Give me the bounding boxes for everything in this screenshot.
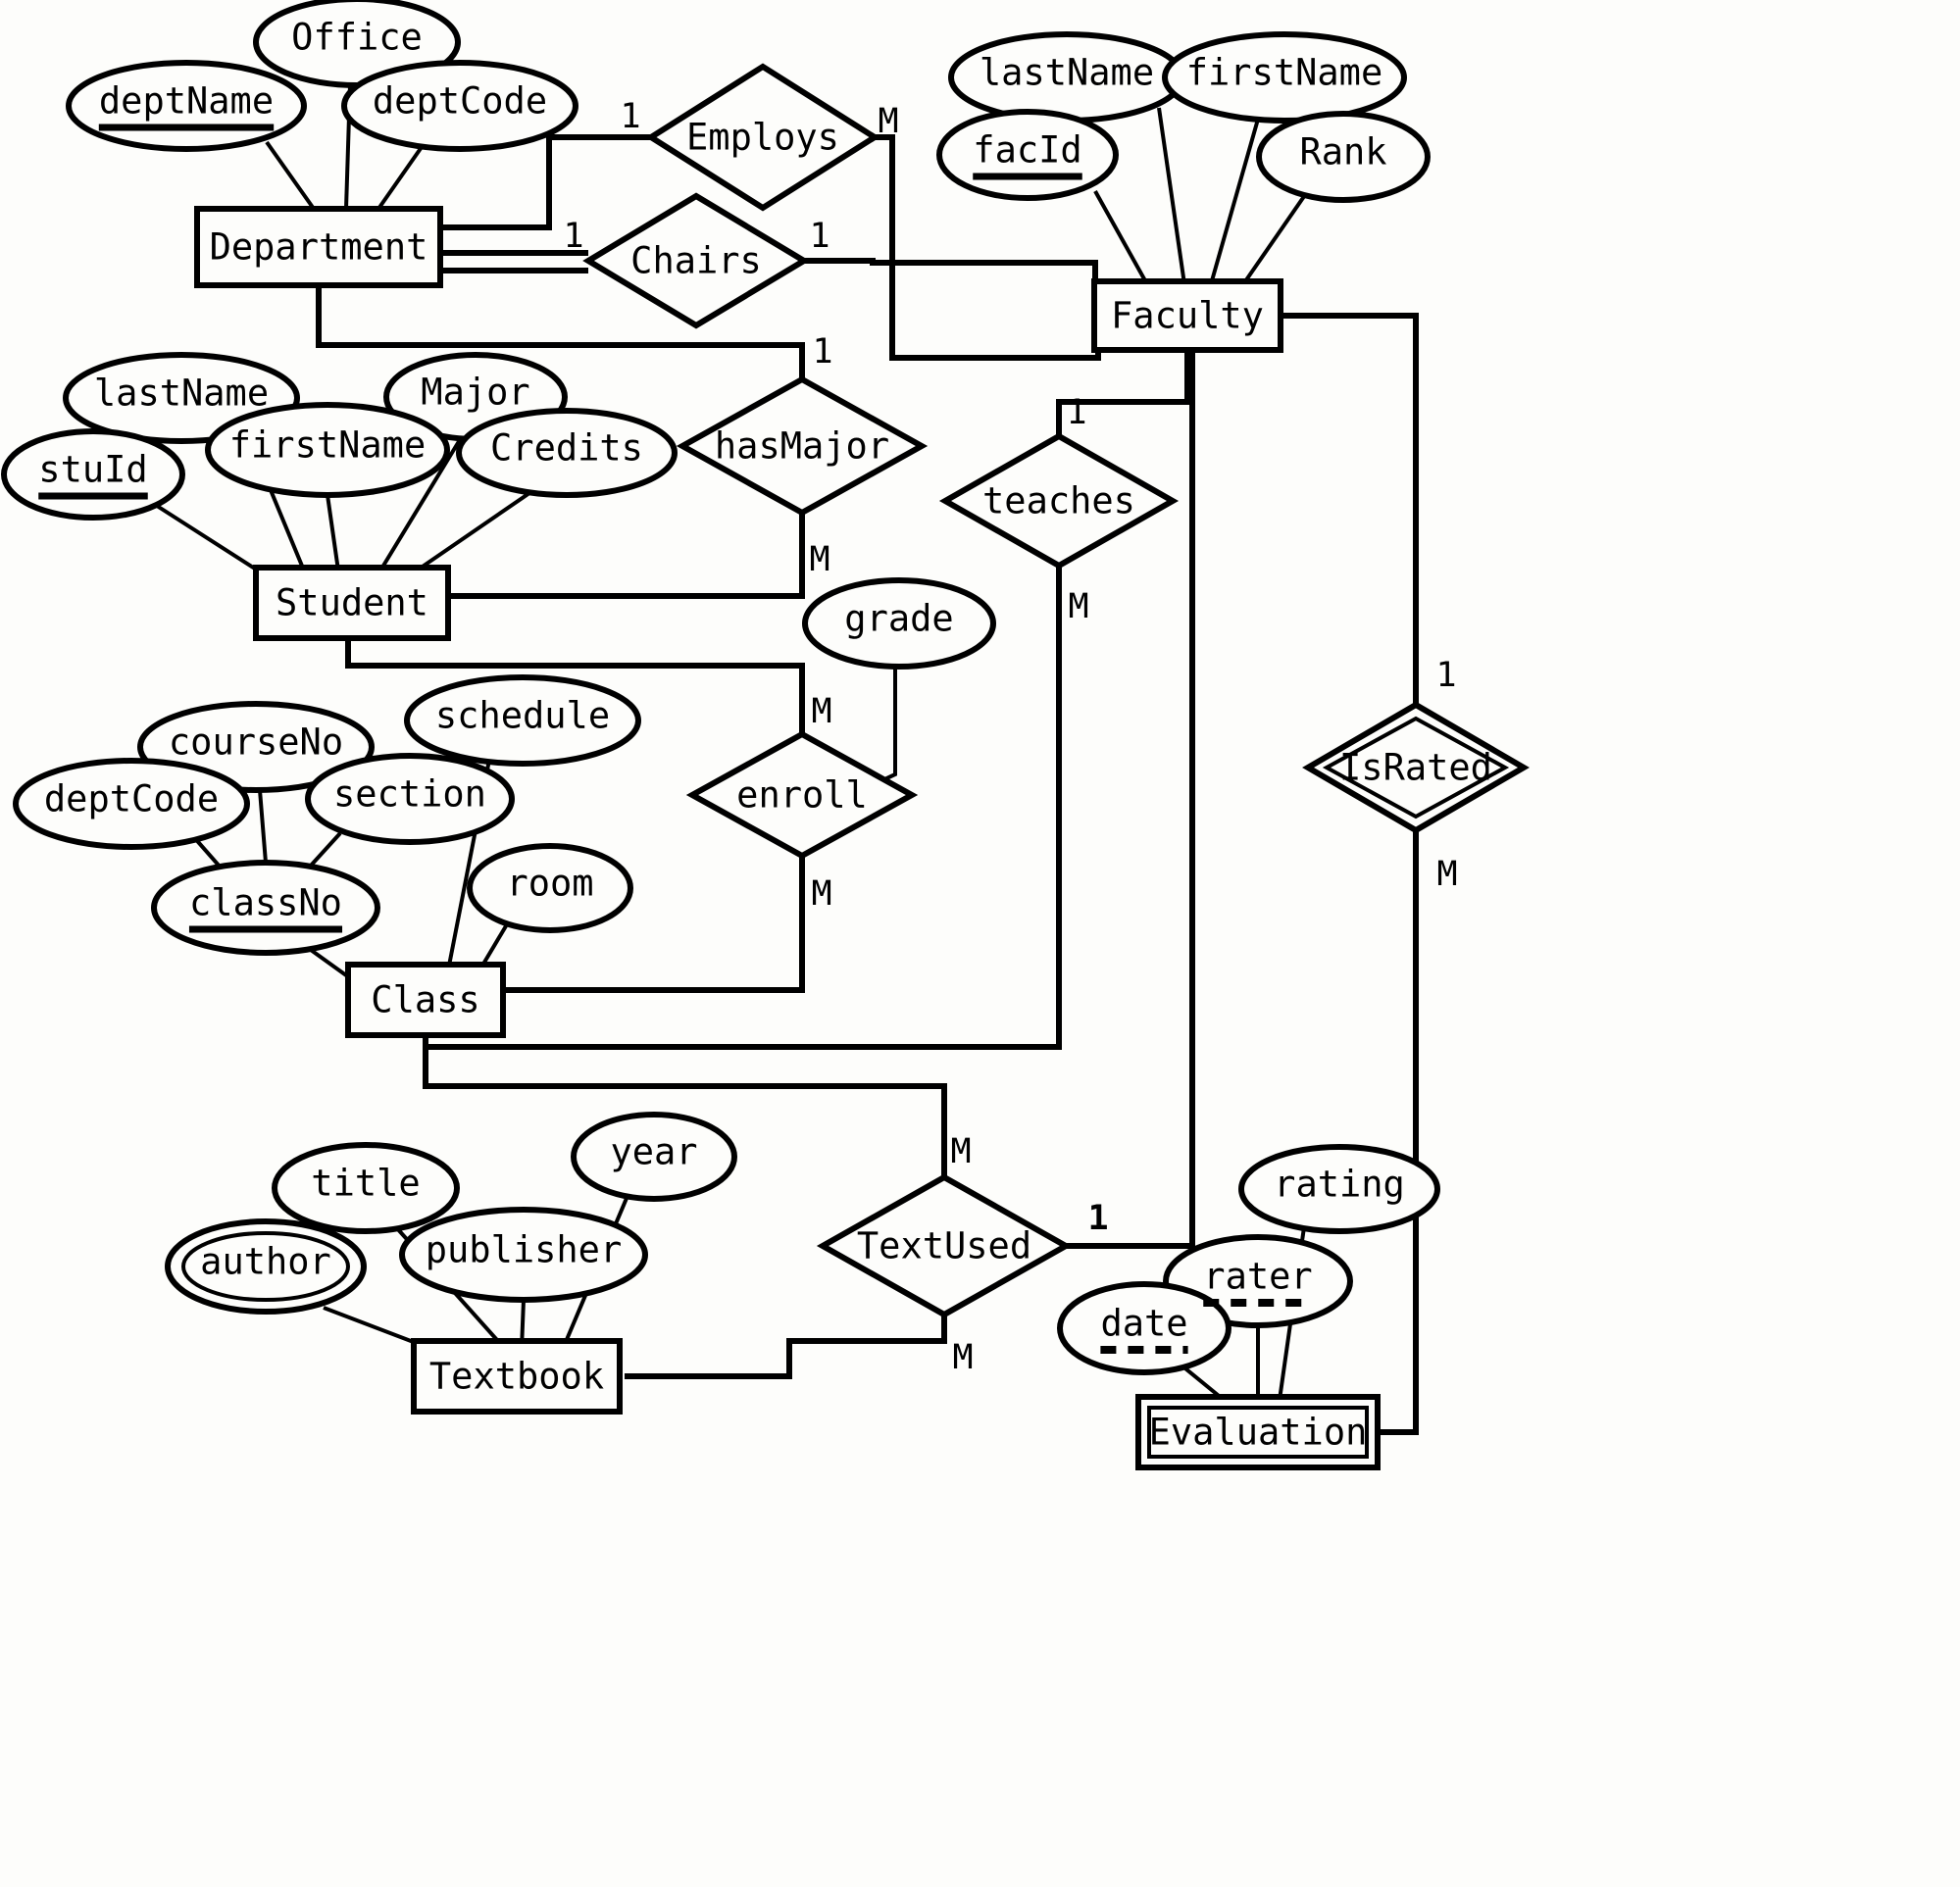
attribute-label: Office <box>291 17 423 59</box>
entity-label: Faculty <box>1111 295 1264 337</box>
attribute-label: section <box>333 773 486 816</box>
card-dept-employs: 1 <box>620 97 640 136</box>
card-employs-fac: M <box>878 102 898 141</box>
card-textused-fac: 1 <box>1087 1199 1108 1238</box>
attribute-label: date <box>1100 1303 1187 1345</box>
card-teaches-fac: 1 <box>1066 393 1086 432</box>
attribute-label: Credits <box>490 427 643 470</box>
relationship-label: Chairs <box>630 240 762 282</box>
attribute-label: deptCode <box>373 80 547 123</box>
attribute-label: courseNo <box>169 721 343 764</box>
attribute-label: rating <box>1274 1164 1405 1206</box>
attribute-label: classNo <box>189 882 342 924</box>
attribute-label: lastName <box>94 372 269 415</box>
attribute-label: deptCode <box>44 778 219 820</box>
attribute-label: facId <box>973 129 1081 172</box>
relationship-label: teaches <box>982 480 1135 522</box>
attribute-label: firstName <box>1186 52 1382 94</box>
attribute-label: schedule <box>435 695 610 737</box>
attribute-label: Rank <box>1299 131 1386 174</box>
attribute-label: author <box>200 1241 331 1283</box>
card-enroll-class: M <box>811 874 831 914</box>
er-diagram-canvas: Department Faculty Student Class Textbook Eva… <box>0 0 1960 1887</box>
entity-label: Textbook <box>429 1356 604 1398</box>
attribute-label: rater <box>1203 1256 1312 1298</box>
er-diagram-svg: Department Faculty Student Class Textbook Eva… <box>0 0 1960 1887</box>
attribute-label: lastName <box>980 52 1154 94</box>
card-teaches-class: M <box>1068 587 1088 626</box>
card-israted-eval: M <box>1436 855 1457 894</box>
entity-label: Evaluation <box>1149 1412 1368 1454</box>
card-dept-chairs: 1 <box>563 217 583 256</box>
attribute-label: grade <box>844 598 953 640</box>
card-israted-fac: 1 <box>1435 656 1456 695</box>
card-hasmajor-dept: 1 <box>812 332 832 372</box>
relationship-label: Employs <box>686 117 839 159</box>
attribute-label: stuId <box>38 449 147 491</box>
attribute-label: Major <box>421 372 529 414</box>
card-textused-text: M <box>952 1338 973 1377</box>
relationship-label: enroll <box>736 774 868 817</box>
entity-label: Department <box>210 226 428 269</box>
attribute-label: room <box>506 863 593 905</box>
card-enroll-stu: M <box>811 692 831 731</box>
relationship-label: hasMajor <box>715 425 889 468</box>
attribute-label: title <box>311 1163 420 1205</box>
relationship-label: TextUsed <box>857 1225 1031 1267</box>
attribute-label: firstName <box>229 424 426 467</box>
card-textused-class: M <box>950 1132 971 1171</box>
card-hasmajor-stu: M <box>809 540 829 579</box>
attribute-label: publisher <box>426 1229 622 1271</box>
entity-label: Class <box>371 979 479 1021</box>
attribute-label: year <box>610 1131 697 1173</box>
relationship-label: IsRated <box>1339 747 1492 789</box>
card-chairs-fac: 1 <box>809 217 829 256</box>
attribute-label: deptName <box>99 80 274 123</box>
entity-label: Student <box>276 582 428 624</box>
